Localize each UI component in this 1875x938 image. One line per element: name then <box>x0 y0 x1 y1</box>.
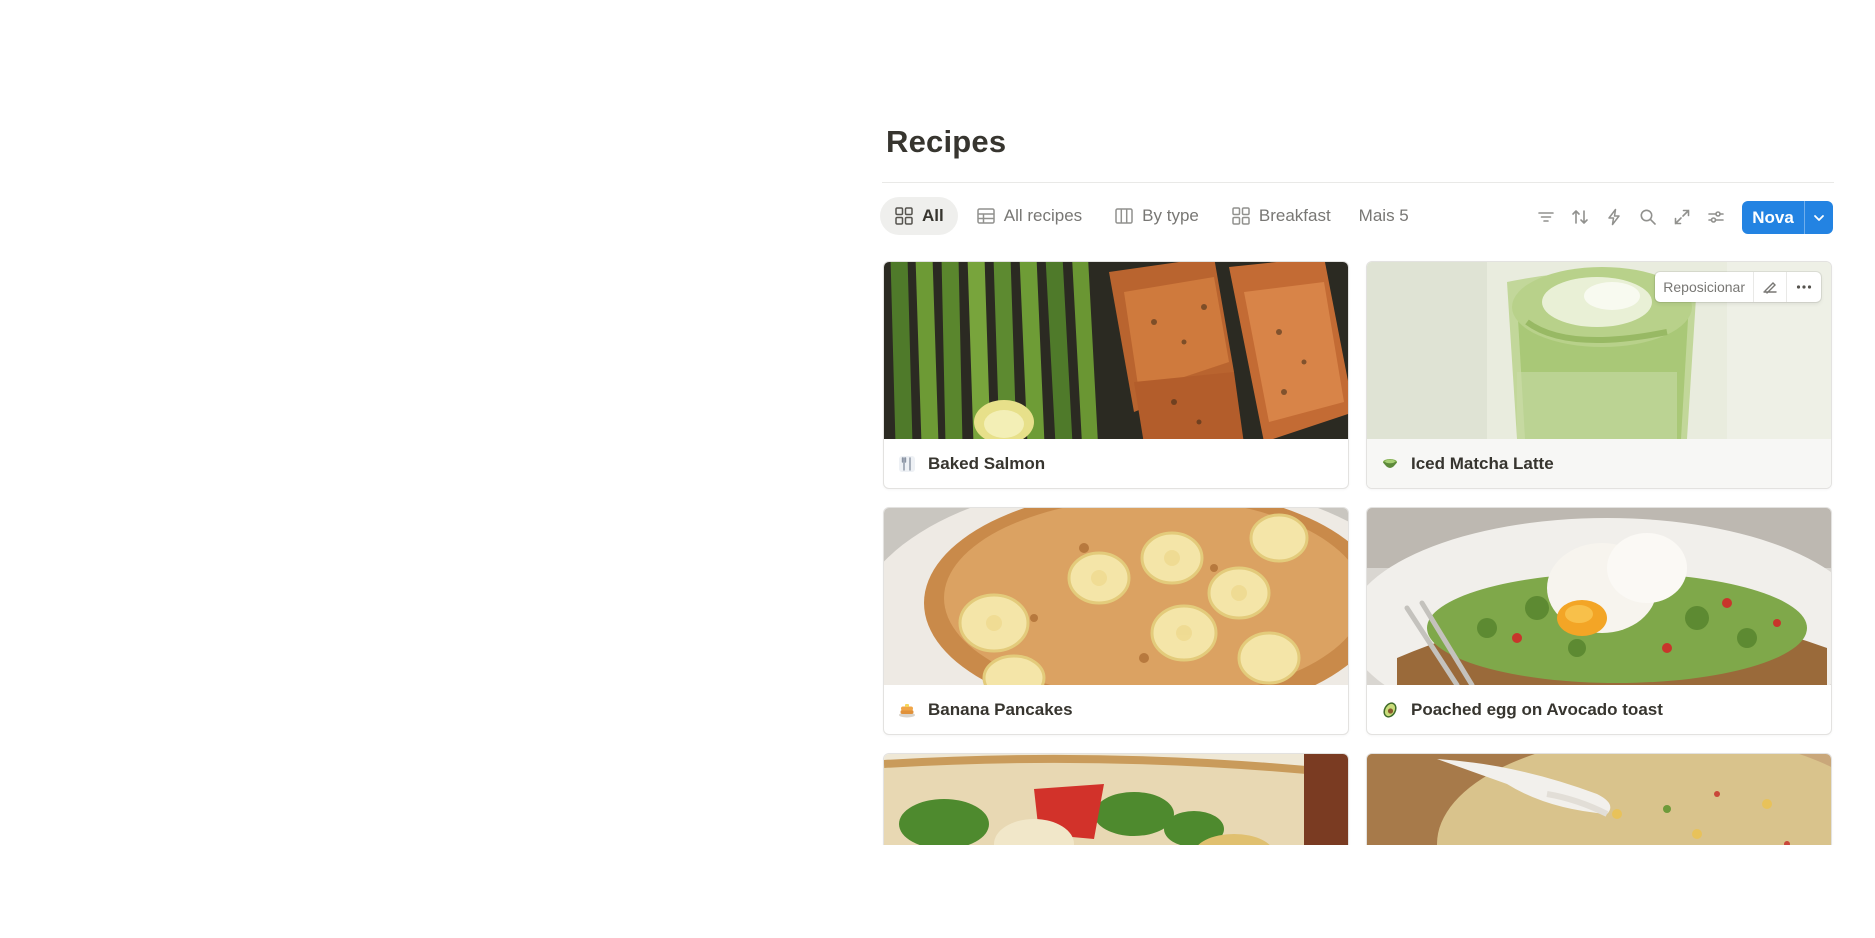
tab-all[interactable]: All <box>880 197 958 235</box>
card-cover-image <box>884 754 1348 845</box>
card-caption: Baked Salmon <box>884 439 1348 488</box>
tab-label: By type <box>1142 206 1199 225</box>
pancakes-icon <box>899 703 915 717</box>
new-button[interactable]: Nova <box>1742 201 1804 234</box>
gallery-grid: Baked Salmon Reposicionar Iced Matcha La… <box>882 260 1834 845</box>
card-cover-image <box>1367 508 1831 685</box>
card-cover-image <box>884 508 1348 685</box>
matcha-bowl-icon <box>1383 458 1397 468</box>
pencil-icon <box>1763 282 1777 294</box>
card-title: Poached egg on Avocado toast <box>1411 699 1663 719</box>
card-caption: Iced Matcha Latte <box>1367 439 1831 488</box>
tab-label: Breakfast <box>1258 206 1331 225</box>
automation-icon[interactable] <box>1602 205 1626 229</box>
chevron-down-icon <box>1814 214 1824 221</box>
card-caption: Banana Pancakes <box>884 685 1348 734</box>
table-icon <box>976 208 995 224</box>
gallery-icon <box>1232 207 1250 225</box>
card-cover-image: Reposicionar <box>1367 262 1831 439</box>
gallery-card[interactable]: Reposicionar Iced Matcha Latte <box>1366 261 1832 489</box>
settings-icon[interactable] <box>1704 205 1728 229</box>
tab-by-type[interactable]: By type <box>1100 197 1213 235</box>
more-horizontal-icon <box>1796 285 1812 289</box>
tab-all-recipes[interactable]: All recipes <box>962 197 1096 235</box>
more-views-label: Mais 5 <box>1358 206 1409 225</box>
card-cover-image <box>884 262 1348 439</box>
expand-icon[interactable] <box>1670 205 1694 229</box>
more-options-button[interactable] <box>1787 272 1821 302</box>
gallery-card[interactable] <box>1366 753 1832 845</box>
search-icon[interactable] <box>1636 205 1660 229</box>
more-views-button[interactable]: Mais 5 <box>1349 197 1419 235</box>
avocado-icon <box>1383 701 1397 718</box>
gallery-card[interactable]: Baked Salmon <box>883 261 1349 489</box>
cover-actions: Reposicionar <box>1655 272 1821 302</box>
gallery-card[interactable]: Poached egg on Avocado toast <box>1366 507 1832 735</box>
title-divider <box>882 182 1834 183</box>
card-title: Banana Pancakes <box>928 699 1073 719</box>
gallery-card[interactable]: Banana Pancakes <box>883 507 1349 735</box>
reposition-button[interactable]: Reposicionar <box>1655 272 1753 302</box>
gallery-icon <box>895 207 913 225</box>
new-button-group: Nova <box>1742 201 1833 234</box>
sort-icon[interactable] <box>1568 205 1592 229</box>
fork-knife-icon <box>899 455 915 472</box>
new-options-button[interactable] <box>1805 201 1833 234</box>
tab-label: All recipes <box>1003 206 1083 225</box>
card-title: Iced Matcha Latte <box>1411 453 1554 473</box>
card-title: Baked Salmon <box>928 453 1046 473</box>
card-cover-image <box>1367 754 1831 845</box>
gallery-card[interactable] <box>883 753 1349 845</box>
view-toolbar <box>1534 201 1728 233</box>
filter-icon[interactable] <box>1534 205 1558 229</box>
card-caption: Poached egg on Avocado toast <box>1367 685 1831 734</box>
tab-breakfast[interactable]: Breakfast <box>1217 197 1345 235</box>
board-icon <box>1115 208 1133 224</box>
view-tabs: All All recipes By type Breakfast Mais 5 <box>880 196 1419 236</box>
edit-button[interactable] <box>1754 272 1786 302</box>
page-title: Recipes <box>886 124 1007 159</box>
tab-label: All <box>922 206 944 225</box>
